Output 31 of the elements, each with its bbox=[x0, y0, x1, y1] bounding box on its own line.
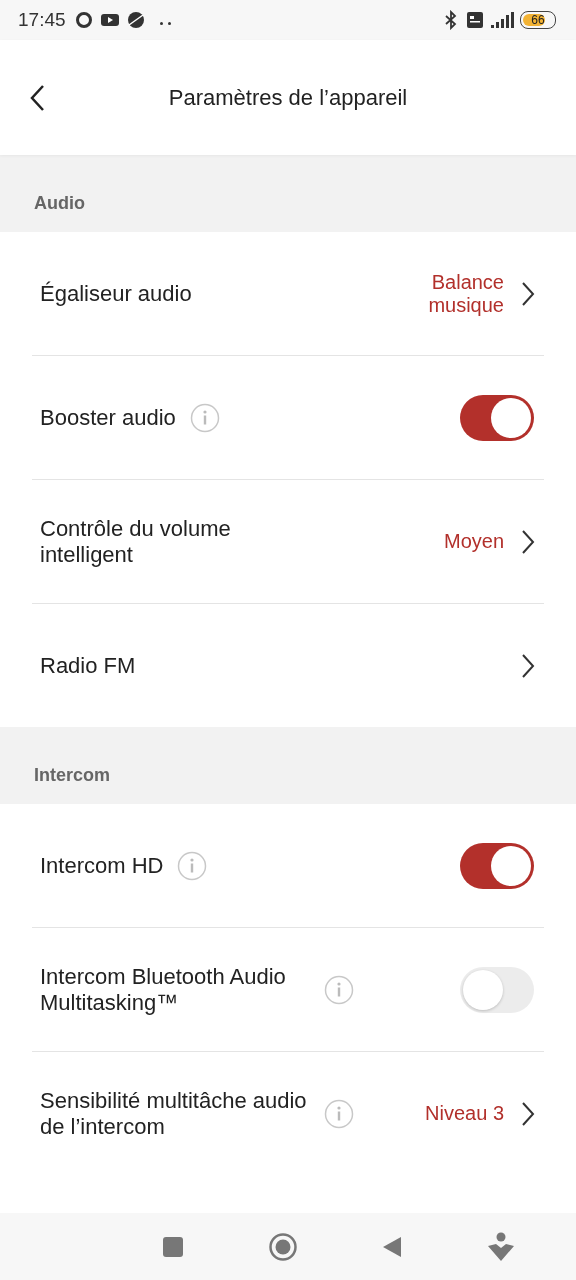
signal-icon bbox=[490, 11, 514, 29]
settings-row[interactable]: Égaliseur audio Balance musique bbox=[32, 232, 544, 356]
settings-row[interactable]: Intercom Bluetooth Audio Multitasking™ bbox=[32, 928, 544, 1052]
assistant-icon[interactable] bbox=[486, 1231, 515, 1262]
setting-value: Niveau 3 bbox=[425, 1102, 504, 1125]
toggle-switch[interactable] bbox=[460, 966, 534, 1013]
battery-indicator: 66 bbox=[520, 11, 556, 29]
section-header: Audio bbox=[33, 192, 86, 215]
setting-label: Égaliseur audio bbox=[40, 280, 192, 307]
status-time: 17:45 bbox=[18, 9, 66, 31]
recents-icon[interactable] bbox=[161, 1234, 186, 1259]
settings-row[interactable]: Contrôle du volume intelligent Moyen bbox=[32, 480, 544, 604]
setting-value: Balance musique bbox=[427, 270, 504, 317]
toggle-switch[interactable] bbox=[460, 394, 534, 441]
home-icon[interactable] bbox=[267, 1231, 298, 1262]
setting-label: Radio FM bbox=[40, 652, 136, 679]
setting-label: Booster audio bbox=[40, 404, 176, 431]
toggle-switch[interactable] bbox=[460, 842, 534, 889]
setting-label: Contrôle du volume intelligent bbox=[40, 515, 232, 568]
settings-row[interactable]: Radio FM bbox=[32, 604, 544, 727]
settings-row[interactable]: Booster audio bbox=[32, 356, 544, 480]
setting-value: Moyen bbox=[443, 530, 504, 553]
settings-row[interactable]: Sensibilité multitâche audio de l’intercom Niveau 3 bbox=[32, 1052, 544, 1175]
setting-label: Intercom HD bbox=[40, 852, 164, 879]
more-notifications-icon bbox=[159, 21, 171, 25]
setting-label: Sensibilité multitâche audio de l’intercom bbox=[40, 1087, 308, 1140]
page-title: Paramètres de l’appareil bbox=[168, 84, 408, 111]
ring-icon bbox=[73, 10, 94, 30]
settings-row[interactable]: Intercom HD bbox=[32, 804, 544, 928]
section-header: Intercom bbox=[33, 764, 112, 787]
setting-label: Intercom Bluetooth Audio Multitasking™ bbox=[40, 963, 287, 1016]
